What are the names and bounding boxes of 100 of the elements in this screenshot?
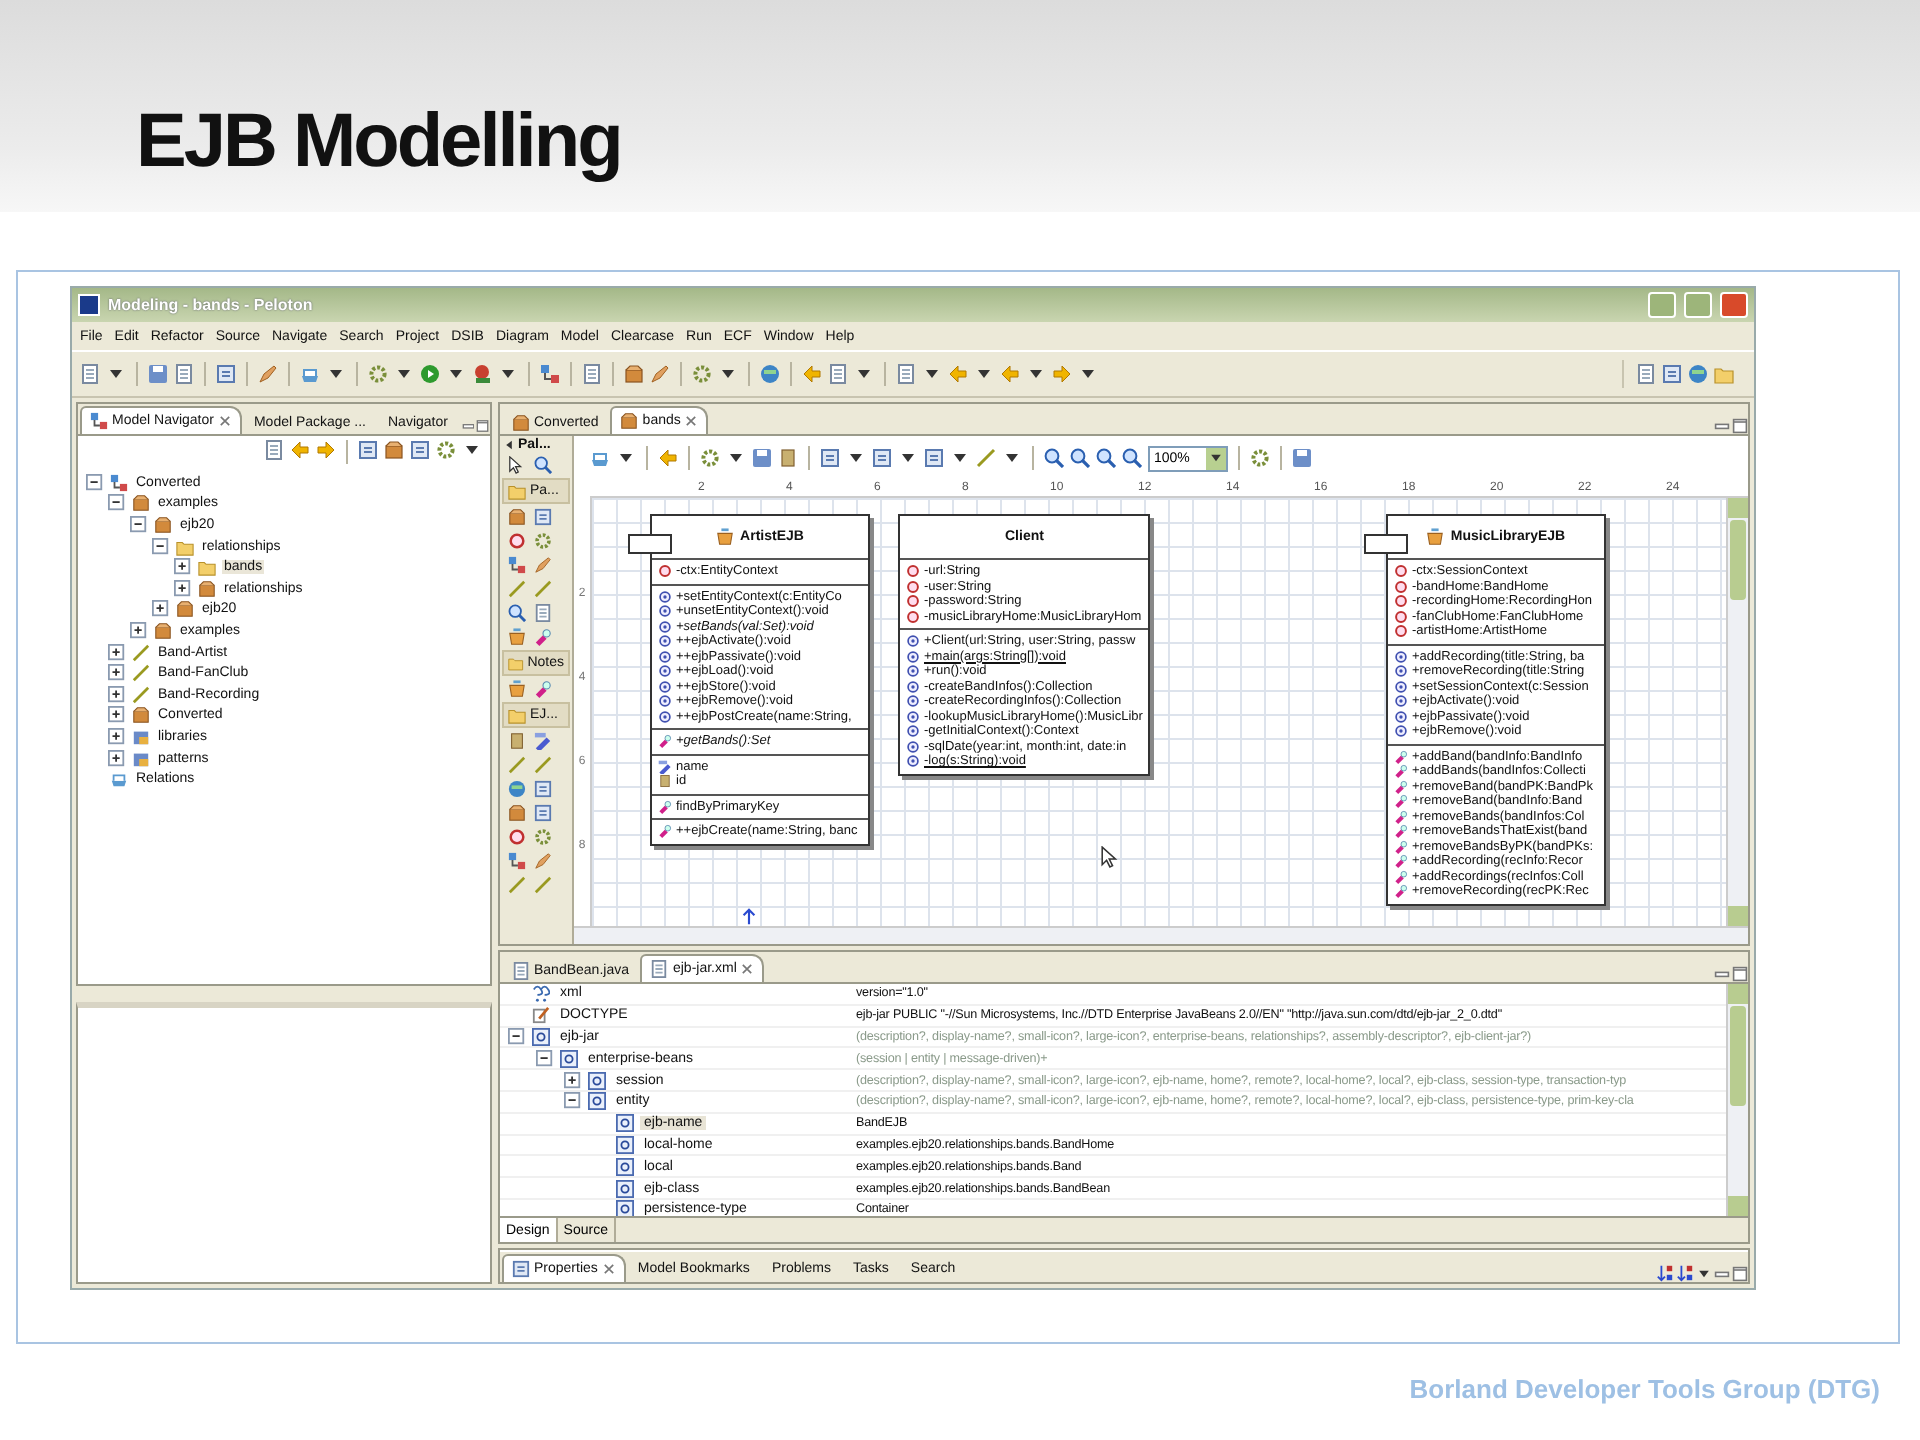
- model-icon[interactable]: [508, 852, 526, 870]
- grid-icon[interactable]: [1662, 364, 1682, 384]
- collapse-icon[interactable]: [86, 473, 104, 492]
- pencil-icon[interactable]: [534, 556, 552, 574]
- dropdown-caret-icon[interactable]: [1696, 1265, 1712, 1281]
- collapse-icon[interactable]: [152, 537, 170, 556]
- close-button[interactable]: [1720, 292, 1748, 318]
- expand-icon[interactable]: [108, 643, 126, 662]
- expand-icon[interactable]: [108, 685, 126, 704]
- model-icon[interactable]: [508, 556, 526, 574]
- collapse-icon[interactable]: [508, 1027, 526, 1046]
- gear-icon[interactable]: [534, 532, 552, 550]
- page-icon[interactable]: [264, 440, 284, 460]
- globe-icon[interactable]: [760, 364, 780, 384]
- minimize-icon[interactable]: [461, 418, 475, 434]
- gear-icon[interactable]: [1250, 448, 1270, 468]
- pencil-icon[interactable]: [258, 364, 278, 384]
- grid-icon[interactable]: [358, 440, 378, 460]
- grid-icon[interactable]: [534, 508, 552, 526]
- page-icon[interactable]: [582, 364, 602, 384]
- close-icon[interactable]: [684, 414, 699, 428]
- expand-icon[interactable]: [174, 579, 192, 598]
- close-icon[interactable]: [217, 414, 232, 428]
- collapse-icon[interactable]: [536, 1049, 554, 1068]
- zoom-icon[interactable]: [1044, 448, 1064, 468]
- grid-icon[interactable]: [534, 804, 552, 822]
- package-icon[interactable]: [384, 440, 404, 460]
- grid-icon[interactable]: [820, 448, 840, 468]
- sort-icon[interactable]: [1676, 1263, 1694, 1281]
- line-icon[interactable]: [508, 580, 526, 598]
- grid-icon[interactable]: [216, 364, 236, 384]
- zoom-icon[interactable]: [534, 456, 552, 474]
- globe-icon[interactable]: [508, 780, 526, 798]
- maximize-button[interactable]: [1684, 292, 1712, 318]
- scrollbar[interactable]: [1726, 498, 1748, 926]
- gear-icon[interactable]: [436, 440, 456, 460]
- circle-icon[interactable]: [508, 828, 526, 846]
- zoom-icon[interactable]: [508, 604, 526, 622]
- key-icon[interactable]: [778, 448, 798, 468]
- grid-icon[interactable]: [924, 448, 944, 468]
- scrollbar[interactable]: [1726, 984, 1748, 1216]
- collapse-icon[interactable]: [564, 1092, 582, 1111]
- expand-icon[interactable]: [130, 621, 148, 640]
- maximize-icon[interactable]: [1732, 418, 1748, 434]
- right-arrow-icon[interactable]: [316, 440, 336, 460]
- maximize-icon[interactable]: [1732, 1265, 1748, 1281]
- class-box[interactable]: [650, 514, 870, 845]
- sort-icon[interactable]: [1656, 1263, 1674, 1281]
- package-icon[interactable]: [508, 804, 526, 822]
- diagram-canvas[interactable]: [592, 498, 1726, 926]
- zoom-icon[interactable]: [1122, 448, 1142, 468]
- package-icon[interactable]: [624, 364, 644, 384]
- collapse-icon[interactable]: [130, 515, 148, 534]
- grid-icon[interactable]: [534, 780, 552, 798]
- expand-icon[interactable]: [108, 749, 126, 768]
- line-icon[interactable]: [508, 876, 526, 894]
- page-icon[interactable]: [1636, 364, 1656, 384]
- zoom-icon[interactable]: [1096, 448, 1116, 468]
- gear-icon[interactable]: [534, 828, 552, 846]
- expand-icon[interactable]: [152, 600, 170, 619]
- pencil-icon[interactable]: [650, 364, 670, 384]
- left-arrow-icon[interactable]: [658, 448, 678, 468]
- expand-icon[interactable]: [174, 558, 192, 577]
- collapse-triangle-icon[interactable]: [502, 438, 516, 452]
- page-icon[interactable]: [534, 604, 552, 622]
- expand-icon[interactable]: [108, 706, 126, 725]
- maximize-icon[interactable]: [476, 418, 490, 434]
- close-icon[interactable]: [601, 1261, 616, 1275]
- globe-icon[interactable]: [1688, 364, 1708, 384]
- class-box[interactable]: [1386, 514, 1606, 905]
- model-icon[interactable]: [540, 364, 560, 384]
- circle-icon[interactable]: [508, 532, 526, 550]
- left-arrow-icon[interactable]: [290, 440, 310, 460]
- key-icon[interactable]: [508, 732, 526, 750]
- package-icon[interactable]: [508, 508, 526, 526]
- minimize-icon[interactable]: [1714, 966, 1730, 982]
- line-icon[interactable]: [534, 876, 552, 894]
- minimize-icon[interactable]: [1714, 418, 1730, 434]
- scrollbar[interactable]: [574, 926, 1748, 944]
- maximize-icon[interactable]: [1732, 966, 1748, 982]
- minimize-button[interactable]: [1648, 292, 1676, 318]
- left-arrow-icon[interactable]: [802, 364, 822, 384]
- mouse-pointer-icon[interactable]: [508, 456, 526, 474]
- line-icon[interactable]: [508, 756, 526, 774]
- grid-icon[interactable]: [872, 448, 892, 468]
- grid-icon[interactable]: [410, 440, 430, 460]
- dropdown-caret-icon[interactable]: [1208, 450, 1224, 466]
- play-icon[interactable]: [420, 364, 440, 384]
- gear-icon[interactable]: [700, 448, 720, 468]
- zoom-icon[interactable]: [1070, 448, 1090, 468]
- expand-icon[interactable]: [108, 727, 126, 746]
- line-icon[interactable]: [534, 580, 552, 598]
- collapse-icon[interactable]: [108, 494, 126, 513]
- close-icon[interactable]: [740, 962, 755, 976]
- pencil-icon[interactable]: [534, 852, 552, 870]
- class-box[interactable]: [898, 514, 1151, 775]
- line-icon[interactable]: [534, 756, 552, 774]
- expand-icon[interactable]: [564, 1071, 582, 1090]
- expand-icon[interactable]: [108, 664, 126, 683]
- pencil-icon[interactable]: [534, 732, 552, 750]
